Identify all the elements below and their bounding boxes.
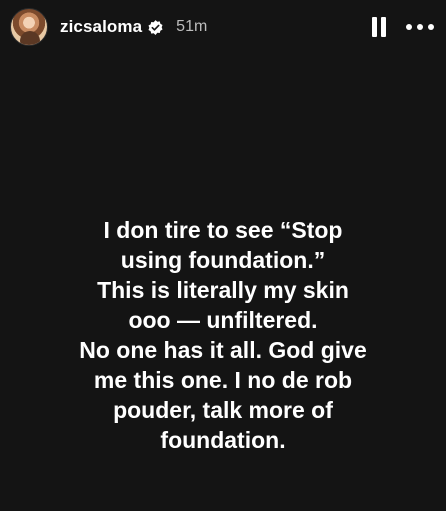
story-text-line: No one has it all. God give <box>79 337 367 363</box>
username-link[interactable]: zicsaloma <box>60 17 142 37</box>
more-icon[interactable] <box>406 22 434 32</box>
story-text-line: me this one. I no de rob <box>93 367 353 393</box>
story-header: zicsaloma 51m <box>10 8 434 46</box>
story-text-line: ooo — unfiltered. <box>128 307 318 333</box>
more-dot <box>406 24 412 30</box>
pause-icon[interactable] <box>370 17 388 37</box>
story-text-line: foundation. <box>160 427 286 453</box>
story-text-line: using foundation.” <box>120 247 326 273</box>
profile-avatar[interactable] <box>10 8 48 46</box>
story-viewer: zicsaloma 51m I don tire to see “Stop us… <box>0 0 446 511</box>
story-text-line: I don tire to see “Stop <box>103 217 343 243</box>
story-text-line: This is literally my skin <box>97 277 349 303</box>
story-timestamp: 51m <box>176 18 208 35</box>
more-dot <box>417 24 423 30</box>
story-text: I don tire to see “Stop using foundation… <box>48 215 398 455</box>
more-dot <box>428 24 434 30</box>
story-text-line: pouder, talk more of <box>113 397 333 423</box>
verified-badge-icon <box>147 19 164 36</box>
